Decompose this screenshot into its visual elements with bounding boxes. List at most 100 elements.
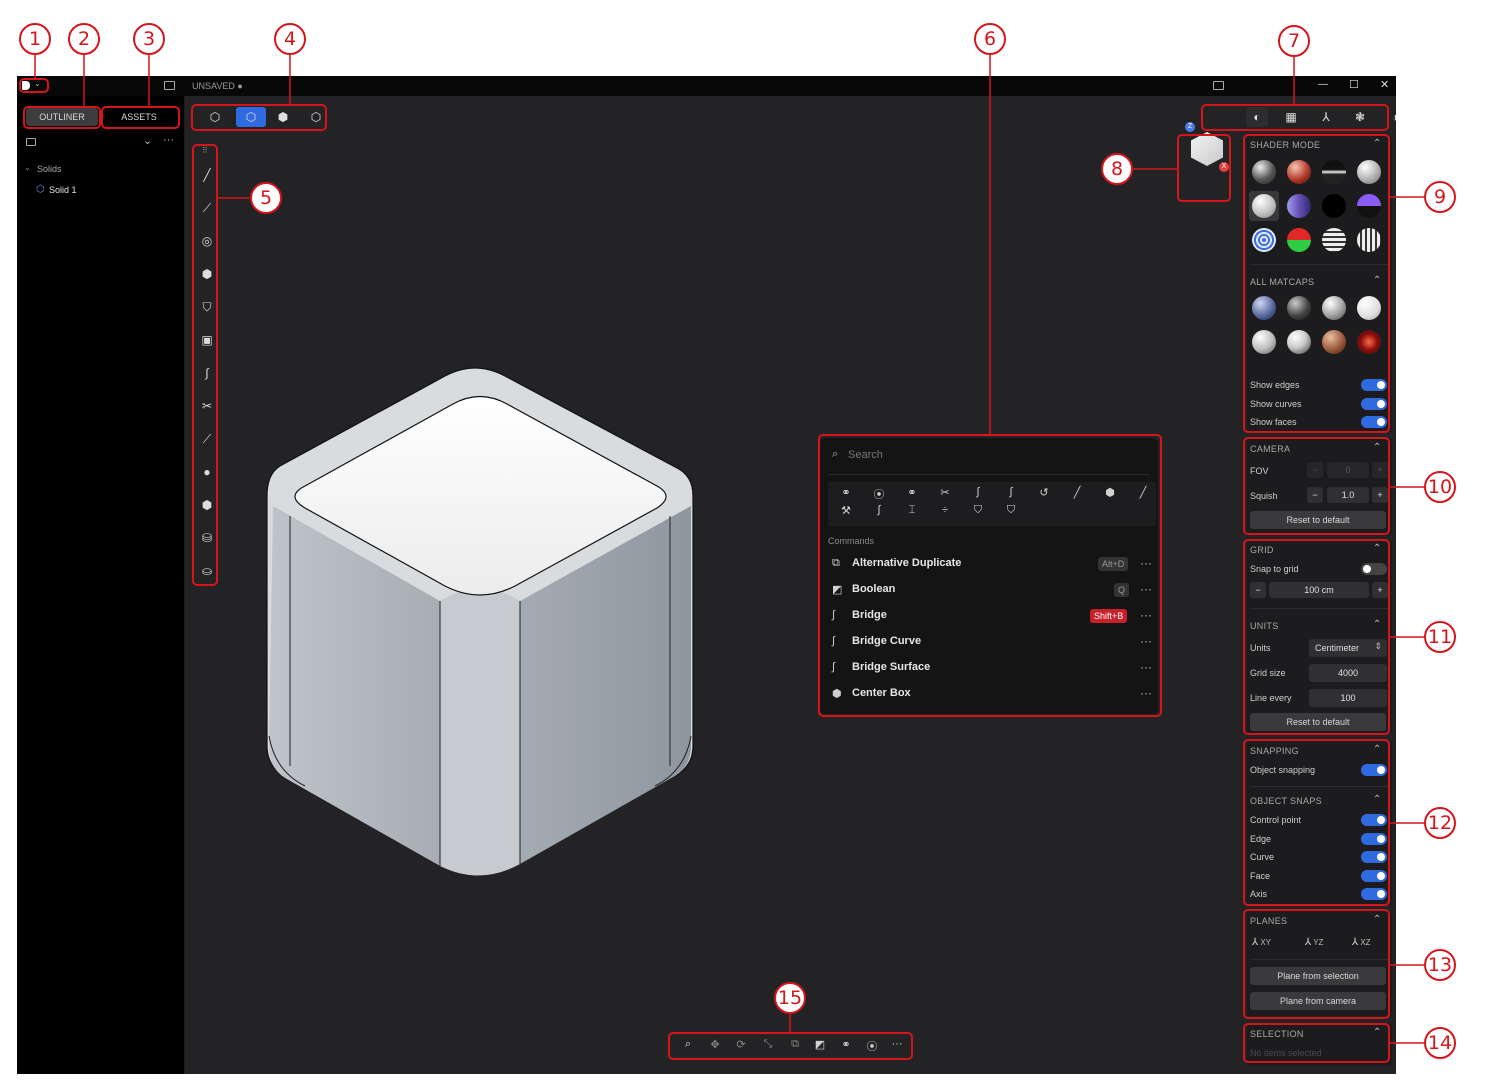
matcap-swatch[interactable] [1287, 330, 1311, 354]
theme-button[interactable]: ◐ [1246, 107, 1268, 127]
shader-swatch[interactable] [1322, 194, 1346, 218]
move-icon[interactable]: ✥ [703, 1038, 727, 1054]
tool-torus[interactable]: ⛀ [196, 560, 218, 582]
collapse-icon[interactable]: ⌃ [1373, 1027, 1381, 1038]
quick-box-icon[interactable]: ⬢ [1098, 486, 1122, 502]
matcap-swatch[interactable] [1287, 296, 1311, 320]
tool-fillet[interactable]: ⟋ [196, 428, 218, 450]
boolean-icon[interactable]: ◩ [808, 1038, 832, 1054]
shader-swatch[interactable] [1322, 228, 1346, 252]
line-every-input[interactable]: 100 [1309, 689, 1387, 707]
plane-xz-button[interactable]: ⅄ XZ [1352, 937, 1388, 951]
quick-divide-icon[interactable]: ÷ [933, 504, 957, 520]
render-button[interactable]: ◑ [1384, 107, 1396, 127]
sidebar-toggle-icon[interactable] [164, 81, 175, 90]
more-icon[interactable]: ··· [1140, 608, 1152, 622]
more-icon[interactable]: ··· [885, 1038, 909, 1054]
matcap-swatch[interactable] [1252, 296, 1276, 320]
more-icon[interactable]: ··· [1140, 582, 1152, 596]
fov-field[interactable]: 0 [1327, 462, 1369, 478]
object-snapping-toggle[interactable] [1361, 764, 1387, 776]
squish-minus[interactable]: − [1307, 487, 1323, 503]
tool-extrude[interactable]: ⛉ [196, 296, 218, 318]
tool-line[interactable]: ╱ [196, 164, 218, 186]
shader-swatch[interactable] [1287, 228, 1311, 252]
quick-bridge-icon[interactable]: ∫ [966, 486, 990, 502]
grid-size-minus[interactable]: − [1250, 582, 1266, 598]
fov-plus[interactable]: + [1372, 462, 1388, 478]
shader-swatch[interactable] [1322, 160, 1346, 184]
quick-line-icon[interactable]: ╱ [1065, 486, 1089, 502]
tool-bridge[interactable]: ∫ [196, 362, 218, 384]
view-mode-shaded-button[interactable]: ⬡ [236, 107, 266, 127]
tab-outliner[interactable]: OUTLINER [26, 108, 98, 126]
view-mode-xray-button[interactable]: ⬡ [301, 107, 331, 127]
matcap-swatch[interactable] [1322, 296, 1346, 320]
collapse-icon[interactable]: ⌃ [1373, 543, 1381, 554]
collapse-icon[interactable]: ⌃ [1373, 794, 1381, 805]
tool-rectangle[interactable]: ▣ [196, 329, 218, 351]
grid-size-plus[interactable]: + [1372, 582, 1388, 598]
matcap-swatch[interactable] [1357, 330, 1381, 354]
quick-boolean-icon[interactable]: ⦿ [867, 486, 891, 502]
collapse-icon[interactable]: ⌃ [1373, 744, 1381, 755]
chevron-down-icon[interactable]: ⌄ [143, 134, 152, 147]
more-icon[interactable]: ··· [1140, 660, 1152, 674]
search-icon[interactable]: ⌕ [676, 1038, 700, 1054]
rotate-icon[interactable]: ⟳ [729, 1038, 753, 1054]
shader-swatch[interactable] [1357, 228, 1381, 252]
view-mode-wire-button[interactable]: ⬡ [200, 107, 230, 127]
show-curves-toggle[interactable] [1361, 398, 1387, 410]
quick-curve-icon[interactable]: ╱ [1131, 486, 1155, 502]
new-folder-icon[interactable] [26, 138, 36, 146]
plane-yz-button[interactable]: ⅄ YZ [1305, 937, 1341, 951]
intersect-icon[interactable]: ⦿ [860, 1038, 884, 1054]
command-alternative-duplicate[interactable]: ⧉ Alternative Duplicate Alt+D ··· [832, 554, 1152, 576]
viewport[interactable]: ⬡ ⬡ ⬢ ⬡ ⠿ ╱ ⟋ ◎ ⬢ ⛉ ▣ ∫ ✂ ⟋ ● ⬢ ⛁ ⛀ Z X … [185, 96, 1396, 1074]
command-bridge-surface[interactable]: ∫ Bridge Surface ··· [832, 658, 1152, 680]
fillet-icon[interactable]: ⚭ [834, 1038, 858, 1054]
collapse-icon[interactable]: ⌃ [1373, 275, 1381, 286]
tool-curve[interactable]: ⟋ [196, 197, 218, 219]
more-icon[interactable]: ··· [1140, 634, 1152, 648]
shader-swatch[interactable] [1357, 194, 1381, 218]
command-search-input[interactable] [848, 446, 1128, 464]
collapse-icon[interactable]: ⌃ [1373, 138, 1381, 149]
duplicate-icon[interactable]: ⧉ [783, 1038, 807, 1054]
axes-button[interactable]: ⅄ [1315, 107, 1337, 127]
snap-face-toggle[interactable] [1361, 870, 1387, 882]
scale-icon[interactable]: ⤡ [756, 1038, 780, 1054]
close-button[interactable]: ✕ [1380, 78, 1389, 91]
more-icon[interactable]: ··· [1140, 556, 1152, 570]
tool-polygon[interactable]: ⬢ [196, 263, 218, 285]
quick-text-icon[interactable]: ⌶ [900, 504, 924, 520]
shader-swatch[interactable] [1287, 194, 1311, 218]
plane-from-camera-button[interactable]: Plane from camera [1250, 992, 1386, 1010]
rounded-cube-model[interactable] [245, 346, 715, 886]
tool-sphere[interactable]: ● [196, 461, 218, 483]
quick-loft-icon[interactable]: ⛉ [966, 504, 990, 520]
command-center-box[interactable]: ⬢ Center Box ··· [832, 684, 1152, 706]
grid-options-button[interactable]: ▦ [1280, 107, 1302, 127]
quick-fillet-icon[interactable]: ⚭ [834, 486, 858, 502]
drag-handle-icon[interactable]: ⠿ [202, 146, 208, 155]
snap-curve-toggle[interactable] [1361, 851, 1387, 863]
quick-split-icon[interactable]: ✂ [933, 486, 957, 502]
show-edges-toggle[interactable] [1361, 379, 1387, 391]
matcap-swatch[interactable] [1252, 330, 1276, 354]
shader-swatch[interactable] [1357, 160, 1381, 184]
command-bridge[interactable]: ∫ Bridge Shift+B ··· [832, 606, 1152, 628]
snap-to-grid-toggle[interactable] [1361, 563, 1387, 575]
shader-swatch[interactable] [1252, 228, 1276, 252]
grid-size-input[interactable]: 4000 [1309, 664, 1387, 682]
matcap-swatch[interactable] [1357, 296, 1381, 320]
tab-assets[interactable]: ASSETS [103, 108, 175, 126]
chevron-right-icon[interactable]: ⌄ [24, 163, 31, 172]
tree-group-solids[interactable]: Solids [37, 164, 62, 174]
view-mode-solid-button[interactable]: ⬢ [268, 107, 298, 127]
quick-sweep-icon[interactable]: ∫ [867, 504, 891, 520]
navigation-cube[interactable]: Z X [1185, 122, 1229, 172]
more-icon[interactable]: ··· [1140, 686, 1152, 700]
nav-axis-z[interactable]: Z [1185, 122, 1195, 132]
app-menu-button[interactable]: ⌄ [22, 79, 46, 92]
